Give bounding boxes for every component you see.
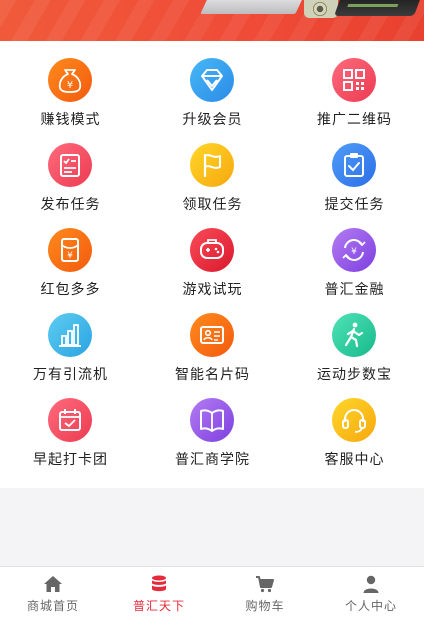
database-icon <box>149 574 169 594</box>
grid-item-label: 早起打卡团 <box>33 452 108 468</box>
grid-item-receive-task[interactable]: 领取任务 <box>142 126 283 213</box>
checklist-icon <box>48 143 92 187</box>
walking-person-icon <box>332 313 376 357</box>
tab-label: 个人中心 <box>344 599 397 613</box>
yuan-exchange-icon: ¥ <box>332 228 376 272</box>
calendar-check-icon <box>48 398 92 442</box>
headset-icon <box>332 398 376 442</box>
grid-item-step-counter[interactable]: 运动步数宝 <box>284 296 424 383</box>
grid-item-upgrade-member[interactable]: 升级会员 <box>142 41 283 128</box>
grid-item-traffic-machine[interactable]: 万有引流机 <box>0 296 141 383</box>
grid-item-promo-qr[interactable]: 推广二维码 <box>284 41 424 128</box>
grid-item-label: 客服中心 <box>324 452 385 468</box>
red-envelope-icon: ¥ <box>48 228 92 272</box>
person-icon <box>361 574 381 594</box>
tab-label: 普汇天下 <box>132 599 185 613</box>
grid-item-publish-task[interactable]: 发布任务 <box>0 126 141 213</box>
home-icon <box>43 574 63 594</box>
bottom-tab-bar: 商城首页 普汇天下 购物车 个人中心 <box>0 566 424 619</box>
tab-shopping-cart[interactable]: 购物车 <box>212 567 318 619</box>
gamepad-icon <box>190 228 234 272</box>
svg-text:¥: ¥ <box>67 251 73 261</box>
top-banner[interactable] <box>0 0 424 41</box>
grid-item-business-card[interactable]: 智能名片码 <box>142 296 283 383</box>
tab-personal-center[interactable]: 个人中心 <box>318 567 424 619</box>
grid-item-submit-task[interactable]: 提交任务 <box>284 126 424 213</box>
grid-item-earn-mode[interactable]: ¥ 赚钱模式 <box>0 41 141 128</box>
grid-item-game-trial[interactable]: 游戏试玩 <box>142 211 283 298</box>
tab-mall-home[interactable]: 商城首页 <box>0 567 106 619</box>
svg-text:¥: ¥ <box>67 80 73 91</box>
grid-item-label: 普汇商学院 <box>175 452 250 468</box>
grid-item-customer-service[interactable]: 客服中心 <box>284 381 424 468</box>
function-panel: ¥ 赚钱模式 升级会员 推广二维码 发布任务 领取任务 提交任务 ¥ 红包多多 … <box>0 41 424 488</box>
banner-camera-image <box>304 0 338 18</box>
grid-item-business-school[interactable]: 普汇商学院 <box>142 381 283 468</box>
business-card-icon <box>190 313 234 357</box>
shopping-cart-icon <box>255 574 275 594</box>
grid-item-red-envelope[interactable]: ¥ 红包多多 <box>0 211 141 298</box>
bar-chart-icon <box>48 313 92 357</box>
tab-label: 购物车 <box>245 599 285 613</box>
clipboard-check-icon <box>332 143 376 187</box>
svg-text:¥: ¥ <box>351 247 357 257</box>
diamond-icon <box>190 58 234 102</box>
tab-label: 商城首页 <box>26 599 79 613</box>
banner-device-image <box>333 0 423 16</box>
tab-puhui-world[interactable]: 普汇天下 <box>106 567 212 619</box>
qr-code-icon <box>332 58 376 102</box>
open-book-icon <box>190 398 234 442</box>
grid-item-finance[interactable]: ¥ 普汇金融 <box>284 211 424 298</box>
grid-item-early-checkin[interactable]: 早起打卡团 <box>0 381 141 468</box>
banner-product-image <box>200 0 305 14</box>
money-bag-icon: ¥ <box>48 58 92 102</box>
flag-icon <box>190 143 234 187</box>
